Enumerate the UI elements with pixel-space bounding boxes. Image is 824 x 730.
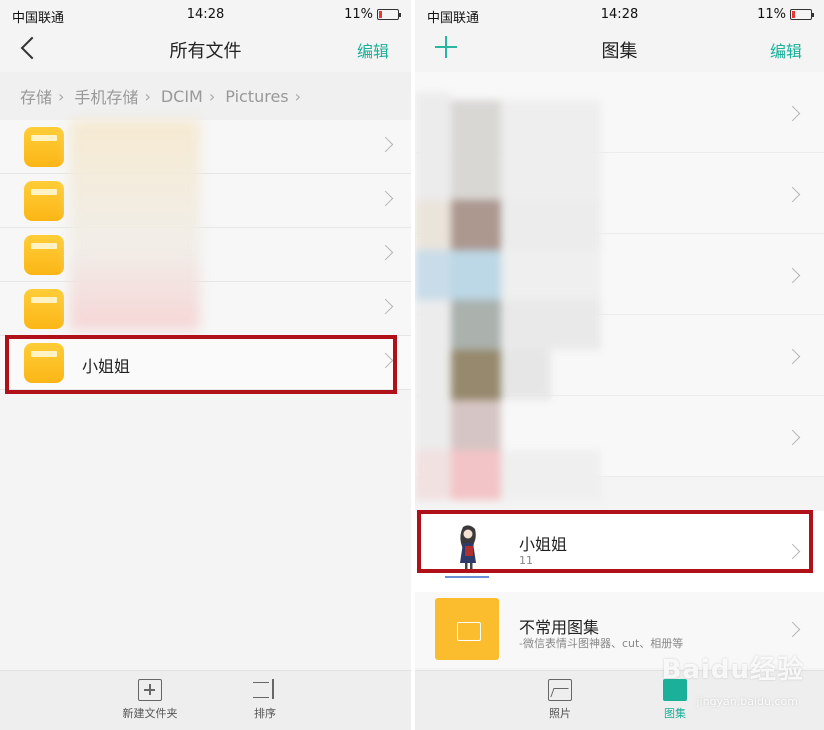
bottom-toolbar: 新建文件夹 排序 (0, 670, 411, 730)
folder-icon (24, 127, 64, 167)
chevron-right-icon: › (294, 86, 302, 106)
new-folder-icon (138, 679, 162, 701)
sort-label: 排序 (254, 707, 276, 720)
chevron-right-icon (377, 352, 394, 369)
title-bar: 所有文件 编辑 (0, 28, 411, 70)
breadcrumb-dcim[interactable]: DCIM (161, 87, 203, 106)
breadcrumb-phone-storage[interactable]: 手机存储 (74, 84, 138, 108)
folder-icon (24, 343, 64, 383)
chevron-right-icon (377, 136, 394, 153)
chevron-right-icon: › (144, 86, 151, 106)
folder-album-icon (435, 598, 499, 660)
album-subtitle: -微信表情斗图神器、cut、相册等 (519, 637, 684, 650)
sort-button[interactable]: 排序 (220, 679, 310, 721)
photo-icon (548, 679, 572, 701)
new-folder-label: 新建文件夹 (122, 707, 178, 720)
album-count: 11 (519, 554, 533, 567)
battery-percent: 11% (757, 7, 786, 22)
girl-illustration-icon (435, 519, 499, 583)
album-thumbnail (435, 519, 499, 583)
baidu-watermark-url: jingyan.baidu.com (696, 695, 798, 708)
folder-row-xiaojiejie[interactable]: 小姐姐 (0, 336, 411, 390)
page-title: 图集 (601, 41, 638, 62)
gallery-screen: 中国联通 14:28 11% 图集 编辑 小姐姐 11 不常用图集 -微信表情斗… (415, 0, 824, 730)
new-folder-button[interactable]: 新建文件夹 (105, 679, 195, 721)
status-bar: 中国联通 14:28 11% (415, 0, 824, 28)
chevron-right-icon (377, 190, 394, 207)
tab-photos[interactable]: 照片 (515, 679, 605, 721)
folder-row[interactable] (0, 174, 411, 228)
folder-icon (24, 235, 64, 275)
chevron-right-icon: › (58, 86, 65, 106)
edit-button[interactable]: 编辑 (770, 38, 802, 62)
album-name: 小姐姐 (519, 535, 568, 554)
battery-icon (377, 9, 401, 20)
baidu-watermark: Baidu经验 (661, 655, 804, 685)
folder-icon (24, 289, 64, 329)
album-row-xiaojiejie[interactable]: 小姐姐 11 (415, 511, 824, 592)
tab-albums-label: 图集 (664, 707, 686, 720)
folder-row[interactable] (0, 120, 411, 174)
chevron-right-icon (784, 543, 801, 560)
status-bar: 中国联通 14:28 11% (0, 0, 411, 28)
chevron-right-icon: › (208, 86, 216, 106)
folder-list: 小姐姐 (0, 120, 411, 390)
blurred-folder-names (70, 120, 200, 330)
breadcrumb-storage[interactable]: 存储 (20, 84, 52, 108)
folder-icon (24, 181, 64, 221)
folder-label: 小姐姐 (82, 357, 131, 376)
battery-percent: 11% (344, 7, 373, 22)
blurred-album-thumbnails (415, 72, 824, 507)
tab-photos-label: 照片 (549, 707, 571, 720)
folder-row[interactable] (0, 228, 411, 282)
breadcrumb: 存储 › 手机存储 › DCIM › Pictures › (0, 72, 411, 120)
sort-icon (253, 679, 277, 701)
battery-icon (790, 9, 814, 20)
breadcrumb-pictures[interactable]: Pictures (225, 87, 288, 106)
chevron-right-icon (377, 298, 394, 315)
edit-button[interactable]: 编辑 (357, 38, 389, 62)
chevron-right-icon (784, 621, 801, 638)
title-bar: 图集 编辑 (415, 28, 824, 70)
folder-row[interactable] (0, 282, 411, 336)
chevron-right-icon (377, 244, 394, 261)
page-title: 所有文件 (169, 41, 242, 62)
file-manager-screen: 中国联通 14:28 11% 所有文件 编辑 存储 › 手机存储 › DCIM › P… (0, 0, 411, 730)
